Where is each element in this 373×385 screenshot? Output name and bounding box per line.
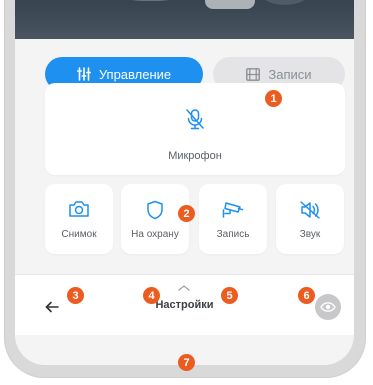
video-content xyxy=(115,0,185,1)
sliders-icon xyxy=(76,67,91,81)
microphone-button[interactable]: Микрофон xyxy=(45,83,345,175)
bottom-bar: Настройки xyxy=(15,274,354,335)
snapshot-button[interactable]: Снимок xyxy=(45,184,113,254)
eye-icon xyxy=(320,302,336,312)
cctv-camera-icon xyxy=(222,202,244,218)
record-button[interactable]: Запись xyxy=(199,184,267,254)
film-icon xyxy=(246,67,261,81)
visibility-button[interactable] xyxy=(315,294,341,320)
callout-marker: 2 xyxy=(178,205,195,222)
callout-marker: 7 xyxy=(178,354,195,371)
sound-label: Звук xyxy=(299,229,321,240)
video-content xyxy=(255,0,315,5)
app-screen: Управление Записи Микрофон Снимок На охр… xyxy=(15,0,354,365)
microphone-muted-icon xyxy=(186,109,204,130)
camera-icon xyxy=(69,201,89,217)
video-content xyxy=(205,0,255,9)
tab-records-label: Записи xyxy=(268,66,312,82)
shield-icon xyxy=(147,200,163,220)
callout-marker: 3 xyxy=(67,287,84,304)
sound-button[interactable]: Звук xyxy=(276,184,344,254)
camera-video-feed[interactable] xyxy=(15,0,354,39)
microphone-label: Микрофон xyxy=(168,150,222,162)
speaker-muted-icon xyxy=(300,201,320,219)
callout-marker: 6 xyxy=(298,287,315,304)
arm-label: На охрану xyxy=(131,229,179,240)
arm-button[interactable]: На охрану xyxy=(121,184,189,254)
callout-marker: 5 xyxy=(221,287,238,304)
tab-control-label: Управление xyxy=(98,66,172,82)
record-label: Запись xyxy=(216,229,250,240)
callout-marker: 1 xyxy=(265,90,282,107)
snapshot-label: Снимок xyxy=(61,229,97,240)
callout-marker: 4 xyxy=(143,287,160,304)
phone-frame: Управление Записи Микрофон Снимок На охр… xyxy=(4,0,366,378)
chevron-up-icon[interactable] xyxy=(178,285,190,291)
screenshot-stage: Управление Записи Микрофон Снимок На охр… xyxy=(0,0,373,385)
